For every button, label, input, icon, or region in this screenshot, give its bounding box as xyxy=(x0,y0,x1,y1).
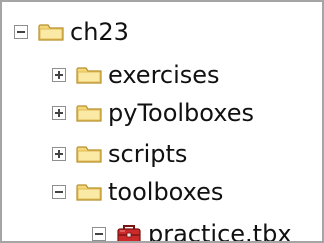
collapse-toggle[interactable] xyxy=(14,25,28,39)
folder-icon xyxy=(76,184,102,201)
folder-icon xyxy=(76,105,102,122)
folder-icon xyxy=(76,146,102,163)
tree-node-scripts[interactable]: scripts xyxy=(52,138,187,170)
tree-node-pytoolboxes[interactable]: pyToolboxes xyxy=(52,97,254,129)
collapse-toggle[interactable] xyxy=(52,185,66,199)
tree-node-label: ch23 xyxy=(70,18,129,46)
tree-node-ch23[interactable]: ch23 xyxy=(14,16,129,48)
tree-node-practice-tbx[interactable]: practice.tbx xyxy=(92,218,292,243)
expand-toggle[interactable] xyxy=(52,106,66,120)
tree-node-label: pyToolboxes xyxy=(108,99,254,127)
expand-toggle[interactable] xyxy=(52,68,66,82)
toolbox-icon xyxy=(117,225,141,241)
expand-toggle[interactable] xyxy=(52,147,66,161)
folder-icon xyxy=(38,24,64,41)
catalog-tree: ch23 exercises pyToolboxes scripts toolb… xyxy=(0,0,324,243)
tree-node-exercises[interactable]: exercises xyxy=(52,59,220,91)
tree-node-label: practice.tbx xyxy=(148,220,292,243)
tree-node-toolboxes[interactable]: toolboxes xyxy=(52,176,223,208)
tree-node-label: scripts xyxy=(108,140,188,168)
tree-node-label: exercises xyxy=(108,61,220,89)
folder-icon xyxy=(76,67,102,84)
tree-node-label: toolboxes xyxy=(108,178,224,206)
collapse-toggle[interactable] xyxy=(92,227,106,241)
